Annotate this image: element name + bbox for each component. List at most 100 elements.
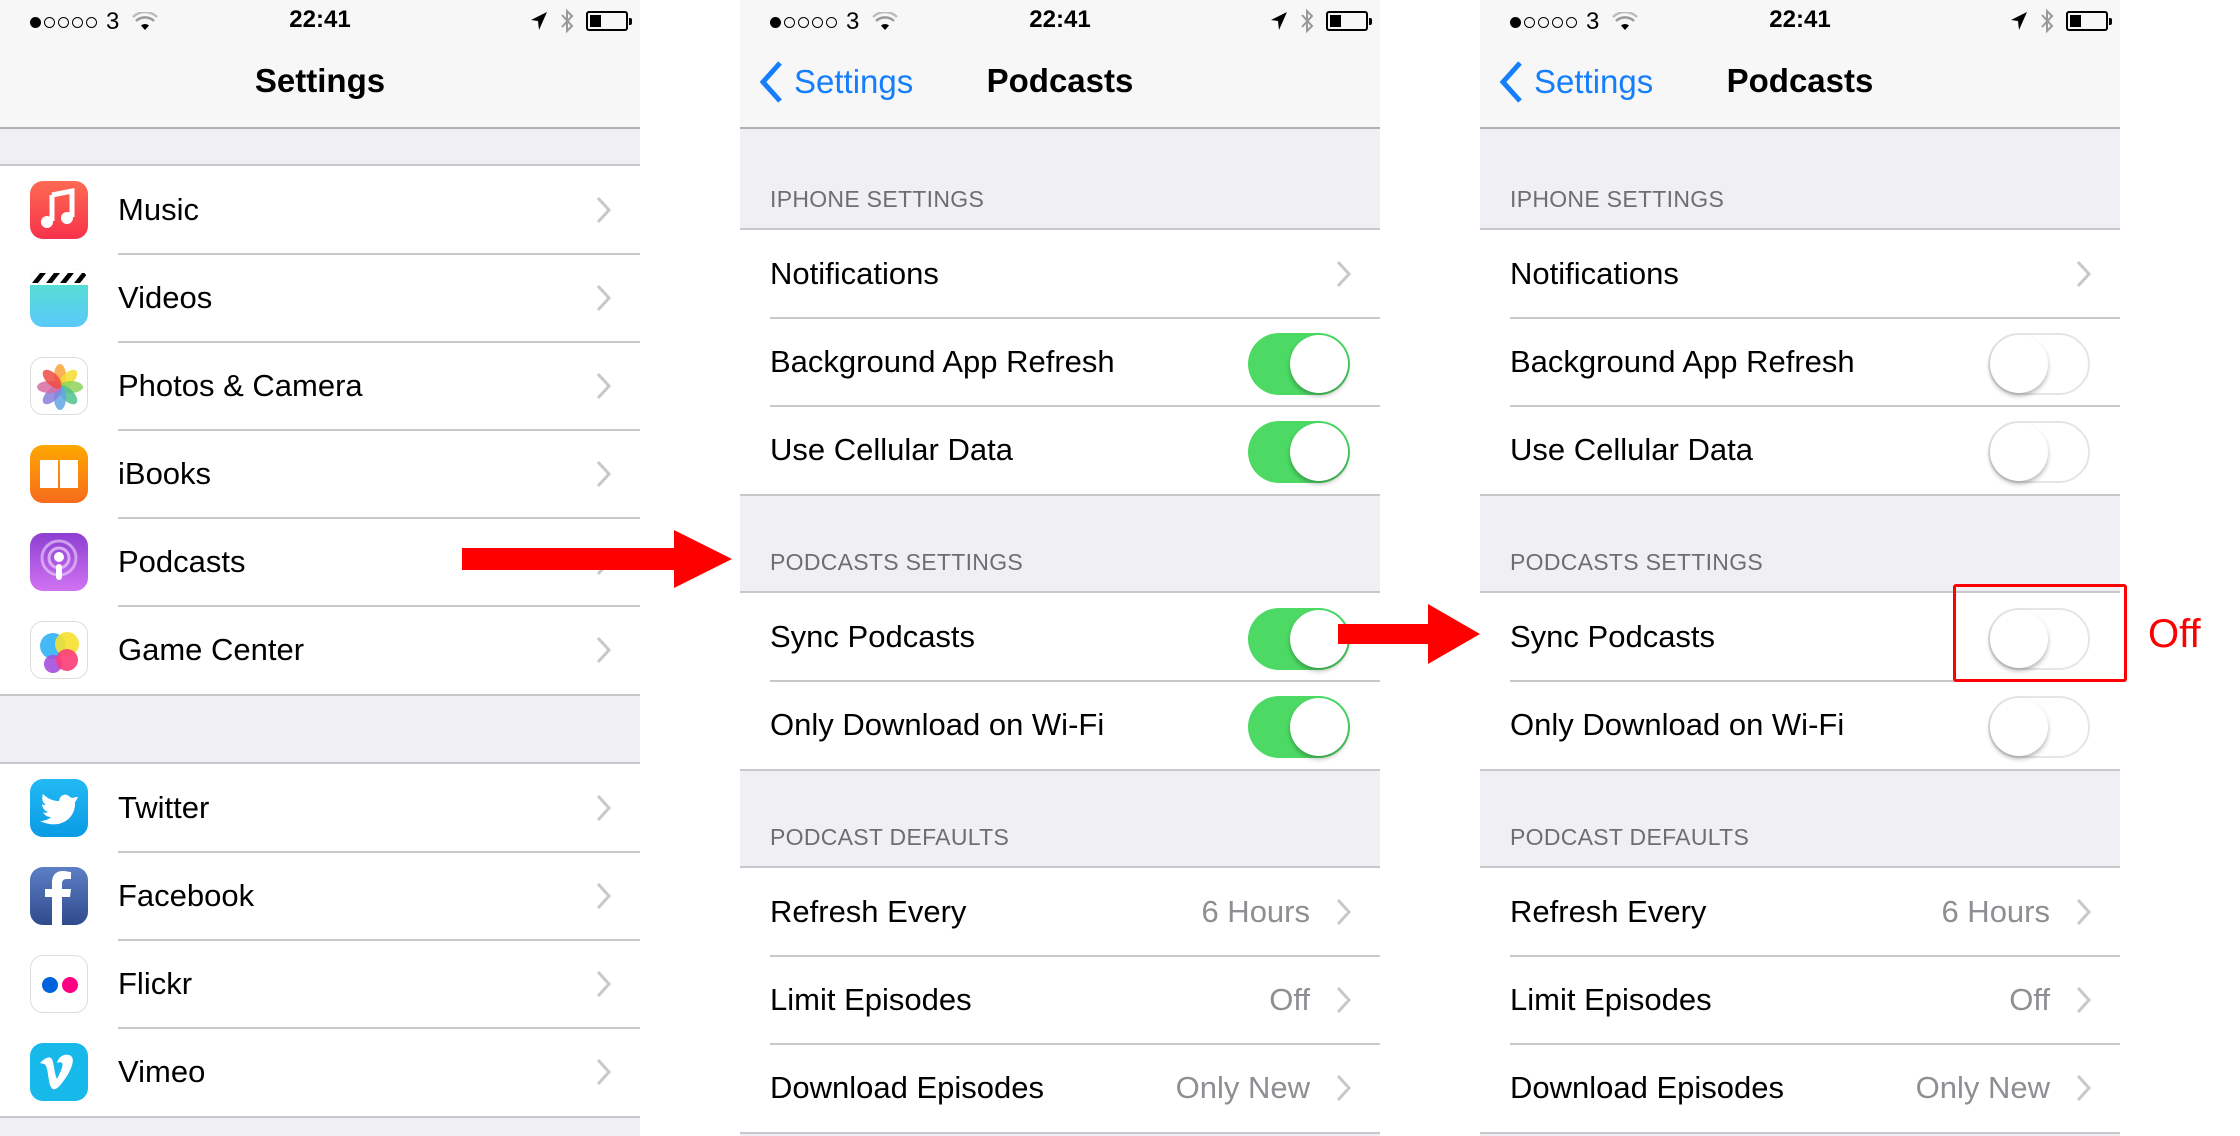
- section-header: PODCAST DEFAULTS: [1510, 824, 1750, 850]
- settings-group: Sync Podcasts Only Download on Wi-Fi: [740, 591, 1380, 771]
- settings-item-refresh-every[interactable]: Refresh Every 6 Hours: [740, 868, 1380, 956]
- item-label: Limit Episodes: [770, 982, 972, 1017]
- status-bar: 3 22:41: [0, 0, 640, 40]
- ibooks-icon: [30, 445, 88, 503]
- status-bar: 3 22:41: [740, 0, 1380, 40]
- item-label: Notifications: [770, 256, 939, 291]
- annotation-arrow-2: [1338, 604, 1480, 664]
- bluetooth-icon: [2041, 8, 2054, 34]
- location-arrow-icon: [531, 12, 547, 30]
- settings-item-download-episodes[interactable]: Download Episodes Only New: [1480, 1043, 2120, 1132]
- item-label: Use Cellular Data: [770, 432, 1013, 467]
- item-label: Notifications: [1510, 256, 1679, 291]
- settings-item-background-app-refresh[interactable]: Background App Refresh: [740, 317, 1380, 406]
- section-header: IPHONE SETTINGS: [770, 186, 985, 212]
- use-cellular-data-toggle[interactable]: [1988, 421, 2090, 483]
- settings-item-limit-episodes[interactable]: Limit Episodes Off: [740, 955, 1380, 1044]
- photos-icon: [30, 357, 88, 415]
- navigation-bar: Settings Podcasts: [740, 40, 1380, 129]
- annotation-off-label: Off: [2148, 612, 2201, 656]
- item-label: Only Download on Wi-Fi: [770, 707, 1105, 742]
- settings-group-social: Twitter Facebook Flickr Vimeo: [0, 762, 640, 1118]
- chevron-right-icon: [596, 794, 612, 822]
- item-label: Refresh Every: [1510, 894, 1707, 929]
- background-app-refresh-toggle[interactable]: [1248, 333, 1350, 395]
- bluetooth-icon: [1301, 8, 1314, 34]
- sync-podcasts-toggle[interactable]: [1248, 608, 1350, 670]
- use-cellular-data-toggle[interactable]: [1248, 421, 1350, 483]
- item-label: Sync Podcasts: [770, 619, 976, 654]
- settings-item-only-download-on-wi-fi[interactable]: Only Download on Wi-Fi: [1480, 680, 2120, 769]
- item-label: Sync Podcasts: [1510, 619, 1716, 654]
- chevron-right-icon: [596, 1058, 612, 1086]
- item-label: Limit Episodes: [1510, 982, 1712, 1017]
- item-label: Use Cellular Data: [1510, 432, 1753, 467]
- item-label: Background App Refresh: [770, 344, 1115, 379]
- item-label: iBooks: [118, 456, 212, 491]
- item-label: Download Episodes: [1510, 1070, 1785, 1105]
- chevron-right-icon: [1336, 260, 1352, 288]
- battery-icon: [2066, 11, 2112, 31]
- settings-item-notifications[interactable]: Notifications: [740, 230, 1380, 318]
- background-app-refresh-toggle[interactable]: [1988, 333, 2090, 395]
- battery-icon: [586, 11, 632, 31]
- section-header: PODCASTS SETTINGS: [1510, 549, 1764, 575]
- page-title: Settings: [254, 62, 386, 99]
- item-label: Refresh Every: [770, 894, 967, 929]
- limit-episodes-value: Off: [1269, 982, 1310, 1017]
- navigation-bar: Settings: [0, 40, 640, 129]
- facebook-icon: [30, 867, 88, 925]
- refresh-every-value: 6 Hours: [1201, 894, 1310, 929]
- podcasts-icon: [30, 533, 88, 591]
- settings-item-download-episodes[interactable]: Download Episodes Only New: [740, 1043, 1380, 1132]
- flickr-icon: [30, 955, 88, 1013]
- settings-item-game-center[interactable]: Game Center: [0, 605, 640, 694]
- settings-item-limit-episodes[interactable]: Limit Episodes Off: [1480, 955, 2120, 1044]
- only-download-on-wi-fi-toggle[interactable]: [1988, 696, 2090, 758]
- download-episodes-value: Only New: [1175, 1070, 1310, 1105]
- settings-item-sync-podcasts[interactable]: Sync Podcasts: [740, 593, 1380, 681]
- download-episodes-value: Only New: [1915, 1070, 2050, 1105]
- chevron-right-icon: [2076, 1074, 2092, 1102]
- navigation-bar: Settings Podcasts: [1480, 40, 2120, 129]
- item-label: Twitter: [118, 790, 210, 825]
- location-arrow-icon: [2011, 12, 2027, 30]
- vimeo-icon: [30, 1043, 88, 1101]
- chevron-right-icon: [1336, 898, 1352, 926]
- settings-item-flickr[interactable]: Flickr: [0, 939, 640, 1028]
- only-download-on-wi-fi-toggle[interactable]: [1248, 696, 1350, 758]
- settings-item-twitter[interactable]: Twitter: [0, 764, 640, 852]
- item-label: Videos: [118, 280, 213, 315]
- page-title: Podcasts: [986, 62, 1134, 99]
- settings-item-refresh-every[interactable]: Refresh Every 6 Hours: [1480, 868, 2120, 956]
- settings-item-vimeo[interactable]: Vimeo: [0, 1027, 640, 1116]
- settings-item-photos-camera[interactable]: Photos & Camera: [0, 341, 640, 430]
- settings-item-use-cellular-data[interactable]: Use Cellular Data: [1480, 405, 2120, 494]
- item-label: Podcasts: [118, 544, 246, 579]
- annotation-highlight-box: [1953, 584, 2127, 682]
- podcasts-settings-screen-before: 3 22:41 Settings Podcasts IPHONE SETTING…: [740, 0, 1380, 1136]
- settings-group: Notifications Background App Refresh Use…: [740, 228, 1380, 496]
- settings-group: Refresh Every 6 Hours Limit Episodes Off D…: [1480, 866, 2120, 1134]
- item-label: Game Center: [118, 632, 305, 667]
- settings-group: Notifications Background App Refresh Use…: [1480, 228, 2120, 496]
- settings-item-music[interactable]: Music: [0, 166, 640, 254]
- chevron-right-icon: [596, 882, 612, 910]
- refresh-every-value: 6 Hours: [1941, 894, 2050, 929]
- settings-item-facebook[interactable]: Facebook: [0, 851, 640, 940]
- settings-item-use-cellular-data[interactable]: Use Cellular Data: [740, 405, 1380, 494]
- item-label: Music: [118, 192, 199, 227]
- settings-item-videos[interactable]: Videos: [0, 253, 640, 342]
- twitter-icon: [30, 779, 88, 837]
- settings-item-notifications[interactable]: Notifications: [1480, 230, 2120, 318]
- chevron-right-icon: [596, 372, 612, 400]
- settings-item-background-app-refresh[interactable]: Background App Refresh: [1480, 317, 2120, 406]
- settings-group-apple-apps: Music Videos Photos & Camera iBooks Podc…: [0, 164, 640, 696]
- settings-item-ibooks[interactable]: iBooks: [0, 429, 640, 518]
- limit-episodes-value: Off: [2009, 982, 2050, 1017]
- status-bar: 3 22:41: [1480, 0, 2120, 40]
- page-title: Podcasts: [1726, 62, 1874, 99]
- item-label: Only Download on Wi-Fi: [1510, 707, 1845, 742]
- settings-item-only-download-on-wi-fi[interactable]: Only Download on Wi-Fi: [740, 680, 1380, 769]
- chevron-right-icon: [2076, 260, 2092, 288]
